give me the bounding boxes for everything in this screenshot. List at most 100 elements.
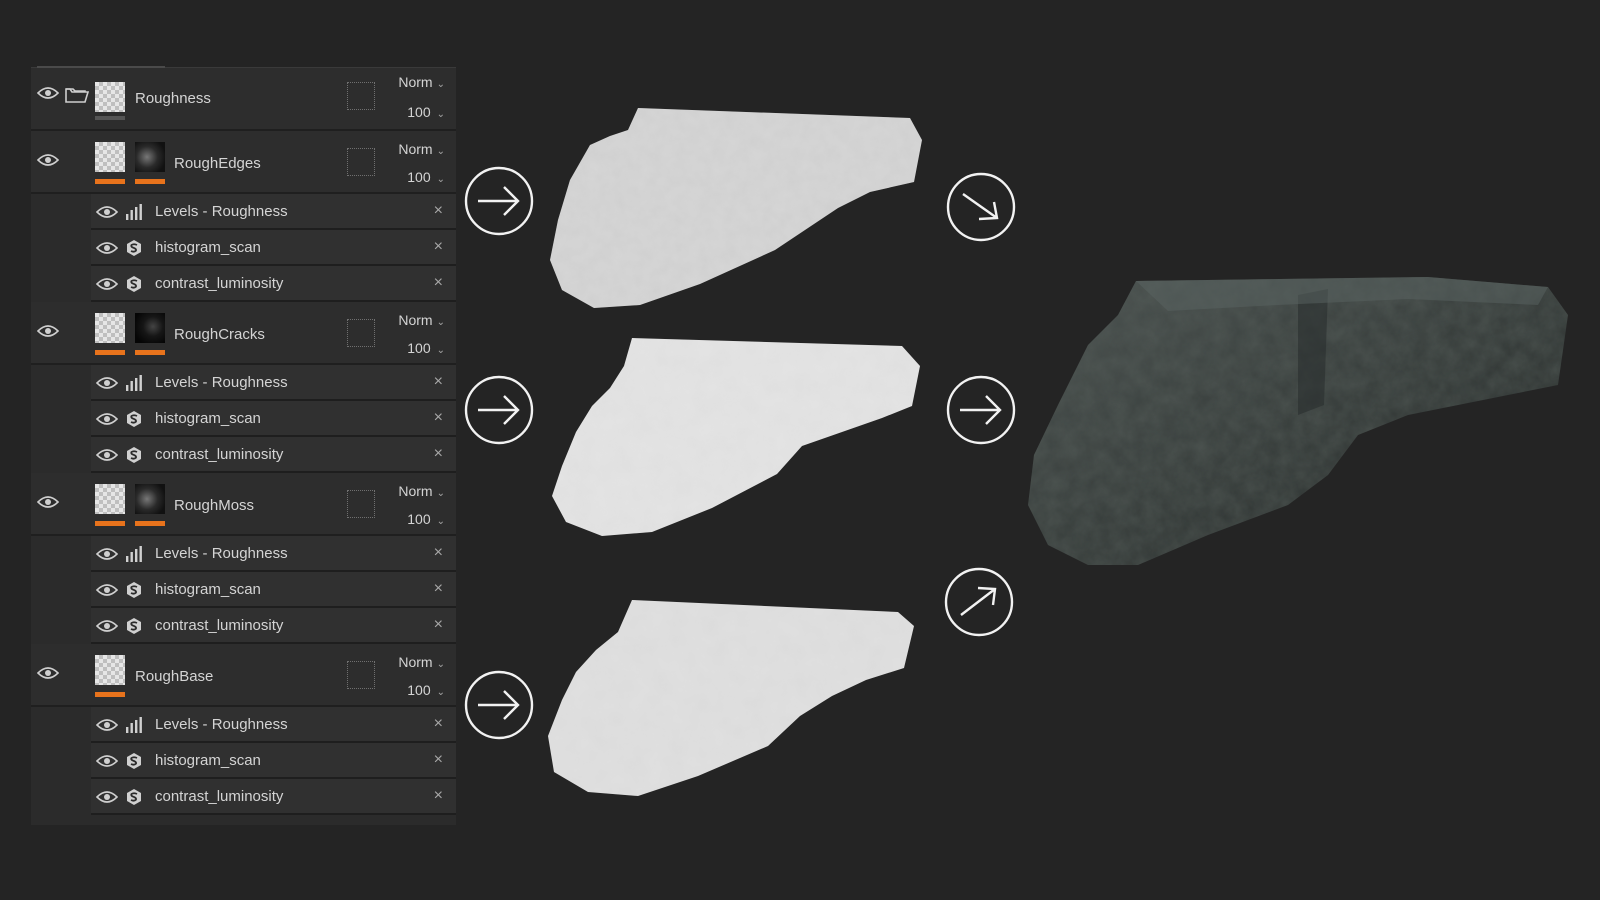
visibility-eye-icon[interactable] [37, 153, 59, 167]
opacity-dropdown[interactable]: 100 ⌄ [407, 340, 445, 356]
effect-row[interactable]: Levels - Roughness × [91, 194, 456, 230]
effect-label: contrast_luminosity [155, 446, 284, 463]
visibility-eye-icon[interactable] [37, 324, 59, 338]
mask-thumbnail[interactable] [135, 142, 165, 172]
effect-row[interactable]: contrast_luminosity × [91, 266, 456, 302]
visibility-eye-icon[interactable] [96, 718, 118, 732]
visibility-eye-icon[interactable] [96, 583, 118, 597]
layer-group-roughcracks[interactable]: RoughCracks Norm ⌄ 100 ⌄ [31, 302, 456, 365]
visibility-eye-icon[interactable] [96, 547, 118, 561]
mask-selection-bar [135, 179, 165, 184]
mask-selection-bar [135, 350, 165, 355]
remove-effect-close-icon[interactable]: × [434, 751, 443, 769]
layer-selection-bar [95, 692, 125, 697]
effect-row[interactable]: Levels - Roughness × [91, 707, 456, 743]
levels-icon [125, 203, 143, 221]
effect-row[interactable]: histogram_scan × [91, 401, 456, 437]
layer-selection-bar [95, 179, 125, 184]
visibility-eye-icon[interactable] [37, 666, 59, 680]
blend-mode-dropdown[interactable]: Norm ⌄ [398, 483, 445, 499]
mask-thumbnail[interactable] [135, 313, 165, 343]
remove-effect-close-icon[interactable]: × [434, 445, 443, 463]
visibility-eye-icon[interactable] [96, 412, 118, 426]
visibility-eye-icon[interactable] [96, 277, 118, 291]
visibility-eye-icon[interactable] [96, 448, 118, 462]
opacity-dropdown[interactable]: 100 ⌄ [407, 682, 445, 698]
remove-effect-close-icon[interactable]: × [434, 202, 443, 220]
effect-row[interactable]: histogram_scan × [91, 572, 456, 608]
arrow-up-right-icon [944, 567, 1014, 637]
effect-row[interactable]: Levels - Roughness × [91, 365, 456, 401]
remove-effect-close-icon[interactable]: × [434, 238, 443, 256]
levels-icon [125, 545, 143, 563]
remove-effect-close-icon[interactable]: × [434, 274, 443, 292]
effect-label: Levels - Roughness [155, 545, 288, 562]
blend-mode-dropdown[interactable]: Norm ⌄ [398, 654, 445, 670]
visibility-eye-icon[interactable] [37, 86, 59, 100]
layer-name: Roughness [135, 90, 211, 107]
mask-slot[interactable] [347, 82, 375, 110]
folder-icon [65, 86, 90, 104]
blend-mode-dropdown[interactable]: Norm ⌄ [398, 312, 445, 328]
mask-slot[interactable] [347, 148, 375, 176]
visibility-eye-icon[interactable] [96, 241, 118, 255]
mask-slot[interactable] [347, 490, 375, 518]
roughness-map-moss-preview [548, 600, 914, 796]
layer-thumbnail [95, 484, 125, 514]
effect-label: Levels - Roughness [155, 374, 288, 391]
layers-panel: Roughness Norm ⌄ 100 ⌄ RoughEdges Norm ⌄ 100 ⌄… [31, 66, 456, 825]
remove-effect-close-icon[interactable]: × [434, 715, 443, 733]
layer-group-roughness[interactable]: Roughness Norm ⌄ 100 ⌄ [31, 68, 456, 131]
mask-slot[interactable] [347, 661, 375, 689]
rendered-rock-preview [1028, 277, 1568, 565]
remove-effect-close-icon[interactable]: × [434, 616, 443, 634]
substance-icon [125, 410, 143, 428]
remove-effect-close-icon[interactable]: × [434, 544, 443, 562]
blend-mode-dropdown[interactable]: Norm ⌄ [398, 141, 445, 157]
layer-thumbnail [95, 82, 125, 112]
levels-icon [125, 716, 143, 734]
visibility-eye-icon[interactable] [96, 376, 118, 390]
layer-name: RoughMoss [174, 497, 255, 514]
arrow-down-right-icon [946, 172, 1016, 242]
effect-label: contrast_luminosity [155, 617, 284, 634]
effect-label: histogram_scan [155, 410, 261, 427]
substance-icon [125, 446, 143, 464]
effect-row[interactable]: histogram_scan × [91, 230, 456, 266]
visibility-eye-icon[interactable] [96, 754, 118, 768]
remove-effect-close-icon[interactable]: × [434, 787, 443, 805]
layer-selection-bar [95, 350, 125, 355]
effect-row[interactable]: histogram_scan × [91, 743, 456, 779]
blend-mode-dropdown[interactable]: Norm ⌄ [398, 74, 445, 90]
levels-icon [125, 374, 143, 392]
layer-group-roughedges[interactable]: RoughEdges Norm ⌄ 100 ⌄ [31, 131, 456, 194]
visibility-eye-icon[interactable] [96, 790, 118, 804]
mask-thumbnail[interactable] [135, 484, 165, 514]
arrow-right-icon [464, 670, 534, 740]
remove-effect-close-icon[interactable]: × [434, 580, 443, 598]
effect-row[interactable]: Levels - Roughness × [91, 536, 456, 572]
visibility-eye-icon[interactable] [96, 619, 118, 633]
mask-selection-bar [135, 521, 165, 526]
remove-effect-close-icon[interactable]: × [434, 409, 443, 427]
arrow-right-icon [464, 375, 534, 445]
visibility-eye-icon[interactable] [37, 495, 59, 509]
opacity-dropdown[interactable]: 100 ⌄ [407, 511, 445, 527]
substance-icon [125, 275, 143, 293]
layer-thumbnail [95, 313, 125, 343]
effect-row[interactable]: contrast_luminosity × [91, 437, 456, 473]
effect-label: contrast_luminosity [155, 788, 284, 805]
layer-thumbnail [95, 655, 125, 685]
substance-icon [125, 581, 143, 599]
substance-icon [125, 752, 143, 770]
effect-row[interactable]: contrast_luminosity × [91, 608, 456, 644]
layer-group-roughbase[interactable]: RoughBase Norm ⌄ 100 ⌄ [31, 644, 456, 707]
substance-icon [125, 239, 143, 257]
opacity-dropdown[interactable]: 100 ⌄ [407, 169, 445, 185]
effect-row[interactable]: contrast_luminosity × [91, 779, 456, 815]
visibility-eye-icon[interactable] [96, 205, 118, 219]
opacity-dropdown[interactable]: 100 ⌄ [407, 104, 445, 120]
mask-slot[interactable] [347, 319, 375, 347]
layer-group-roughmoss[interactable]: RoughMoss Norm ⌄ 100 ⌄ [31, 473, 456, 536]
remove-effect-close-icon[interactable]: × [434, 373, 443, 391]
